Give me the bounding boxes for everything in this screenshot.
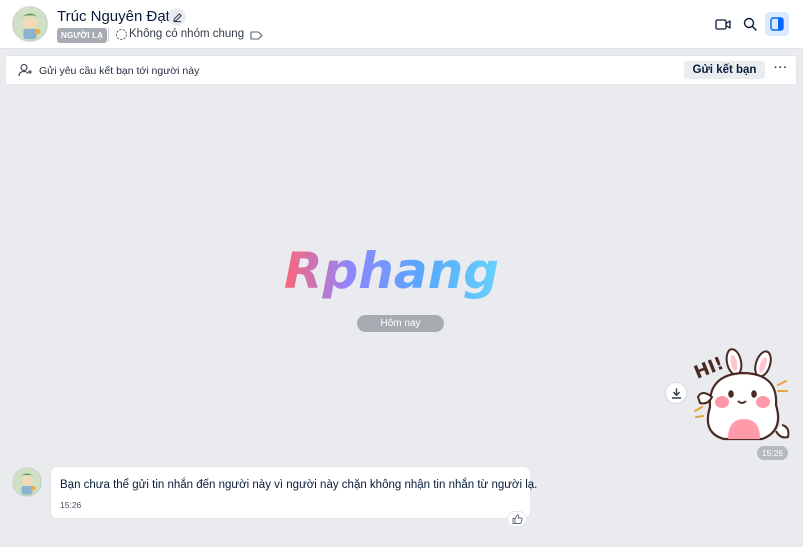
hi-bunny-sticker[interactable]: HI! [692, 345, 792, 443]
search-icon [743, 17, 757, 31]
message-text: Bạn chưa thể gửi tin nhắn đến người này … [60, 479, 538, 491]
thumbs-up-icon [512, 514, 523, 524]
side-panel-icon [770, 17, 784, 31]
tag-icon[interactable] [250, 30, 263, 41]
chat-header: Trúc Nguyên Đạt NGƯỜI LẠ Không có nhóm c… [0, 0, 803, 49]
friend-request-bar: Gửi yêu cầu kết bạn tới người này Gửi kế… [5, 55, 797, 85]
sticker-timestamp: 15:26 [757, 446, 788, 460]
message-timestamp: 15:26 [60, 500, 82, 510]
search-button[interactable] [739, 13, 761, 35]
group-icon [116, 29, 127, 40]
video-call-button[interactable] [712, 13, 734, 35]
download-icon [671, 387, 681, 399]
common-groups-status[interactable]: Không có nhóm chung [129, 28, 244, 40]
date-divider: Hôm nay [357, 315, 444, 332]
sender-avatar[interactable] [12, 467, 42, 497]
stranger-badge: NGƯỜI LẠ [57, 28, 108, 43]
send-friend-request-button[interactable]: Gửi kết bạn [684, 61, 765, 79]
edit-icon[interactable] [168, 8, 186, 26]
more-options-button[interactable]: ··· [771, 61, 791, 79]
incoming-message-bubble[interactable]: Bạn chưa thể gửi tin nhắn đến người này … [50, 466, 537, 519]
rphang-watermark-logo: Rphang [284, 242, 499, 300]
contact-name: Trúc Nguyên Đạt [57, 8, 170, 25]
friend-request-text: Gửi yêu cầu kết bạn tới người này [39, 65, 200, 77]
download-sticker-button[interactable] [665, 382, 687, 404]
header-divider [108, 28, 109, 42]
react-like-button[interactable] [507, 511, 527, 527]
svg-text:Rphang: Rphang [284, 242, 499, 300]
contact-avatar[interactable] [12, 6, 48, 42]
toggle-side-panel-button[interactable] [765, 12, 789, 36]
add-friend-icon [18, 63, 32, 77]
video-call-icon [715, 18, 731, 30]
